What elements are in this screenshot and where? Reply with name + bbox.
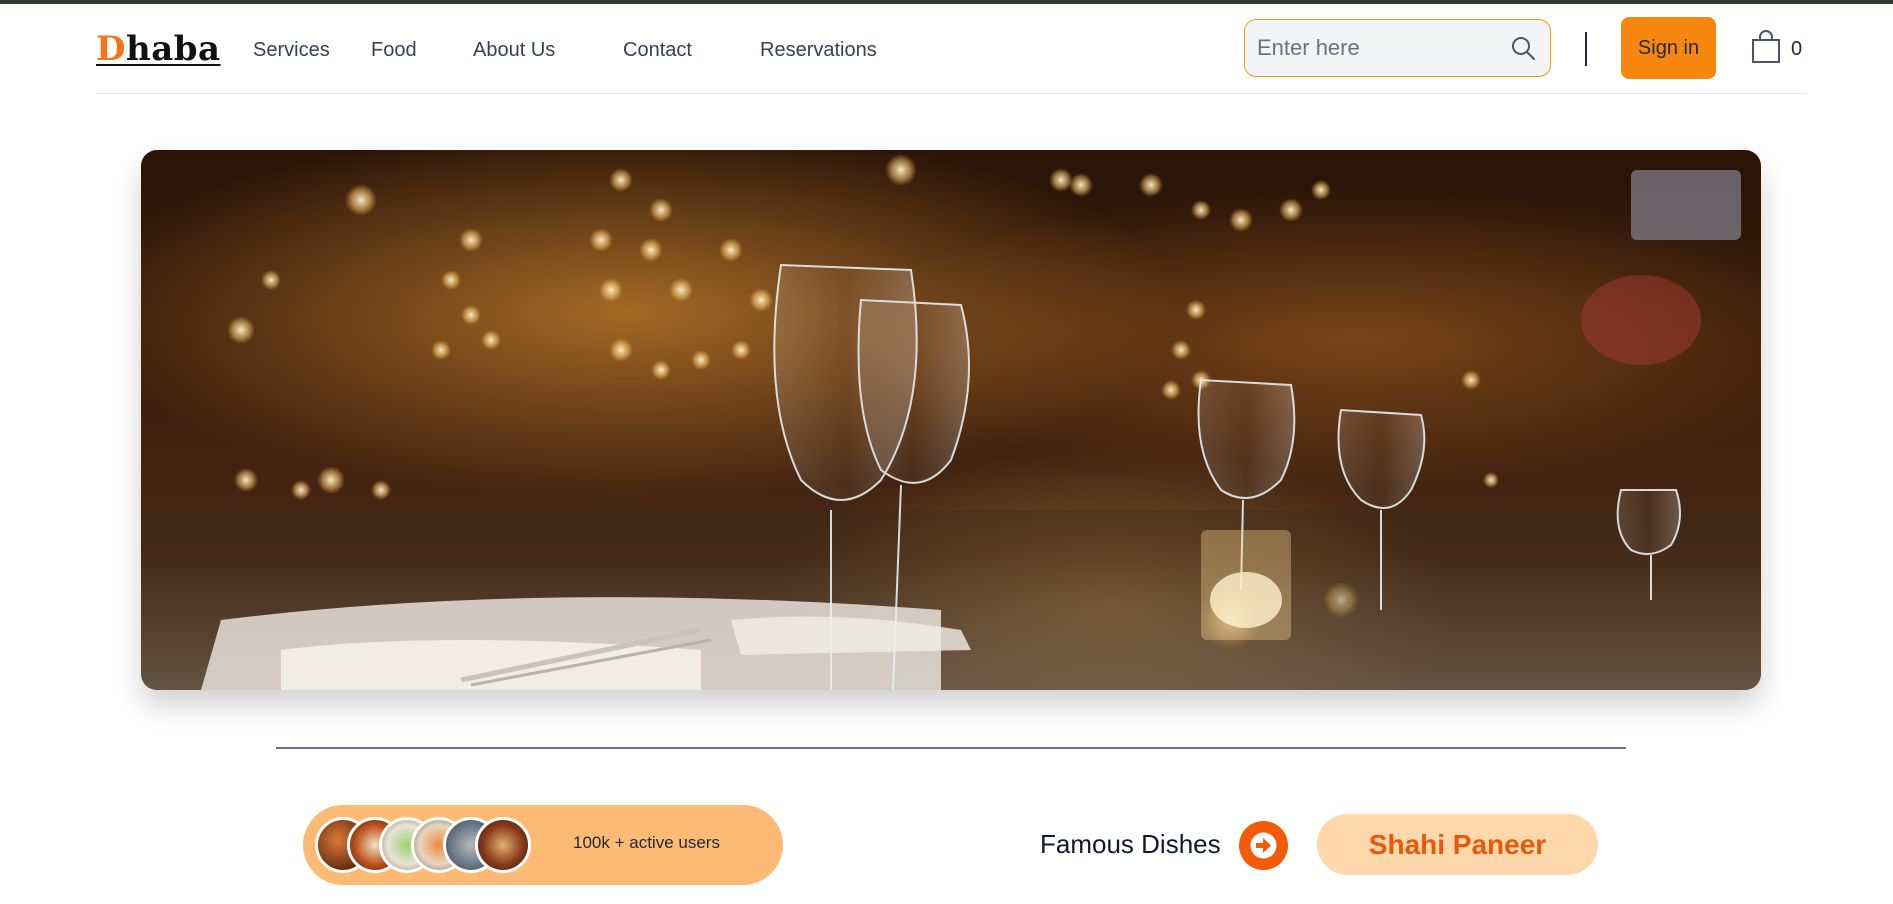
famous-dish-button[interactable]: Shahi Paneer [1317, 814, 1598, 875]
sign-in-button[interactable]: Sign in [1621, 17, 1716, 79]
nav-reservations[interactable]: Reservations [760, 39, 877, 62]
search-input[interactable] [1257, 20, 1507, 75]
restaurant-table-photo [141, 154, 1761, 690]
arrow-right-icon [1250, 832, 1277, 859]
hero-image [141, 150, 1761, 690]
nav-contact[interactable]: Contact [623, 39, 692, 62]
header: Dhaba Services Food About Us Contact Res… [96, 4, 1806, 94]
next-dish-button[interactable] [1239, 821, 1288, 870]
cart-button[interactable]: 0 [1751, 30, 1811, 66]
brand-logo-initial: D [96, 29, 126, 69]
brand-logo-text: haba [125, 29, 221, 69]
nav-food[interactable]: Food [371, 39, 417, 62]
nav-services[interactable]: Services [253, 39, 330, 62]
active-users-text: 100k + active users [573, 833, 720, 852]
nav-about-us[interactable]: About Us [473, 39, 555, 62]
famous-dish-name: Shahi Paneer [1368, 829, 1547, 860]
section-divider [276, 747, 1626, 749]
shopping-bag-icon [1752, 30, 1780, 63]
active-users-badge: 100k + active users [303, 805, 783, 885]
food-avatar-6 [475, 817, 531, 873]
header-divider [1585, 32, 1587, 66]
brand-logo[interactable]: Dhaba [96, 29, 221, 69]
famous-dishes-label: Famous Dishes [1040, 829, 1221, 859]
search-box [1244, 19, 1551, 77]
cart-count: 0 [1791, 38, 1803, 60]
search-icon[interactable] [1510, 35, 1536, 61]
